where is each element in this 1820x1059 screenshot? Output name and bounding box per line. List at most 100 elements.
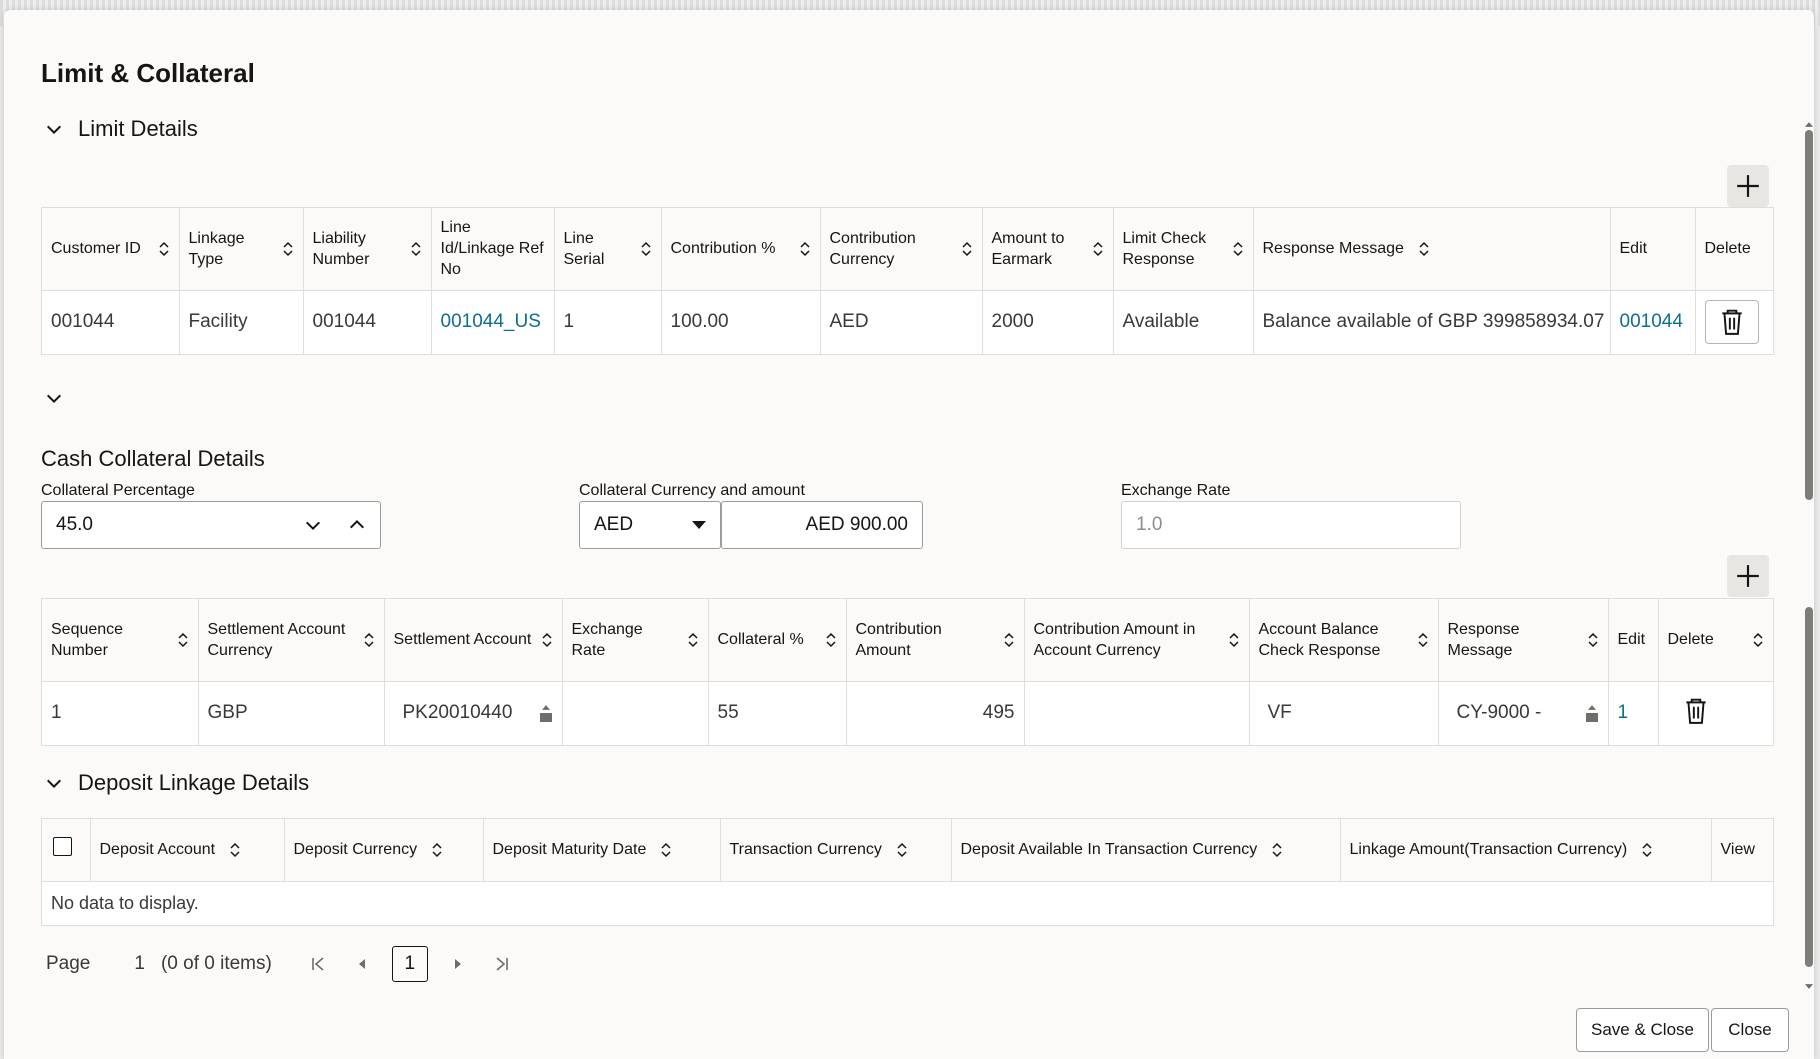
sort-icon [1418, 241, 1430, 257]
sort-icon [1641, 842, 1653, 858]
trash-icon [1719, 308, 1745, 336]
deposit-linkage-header[interactable]: Deposit Linkage Details [44, 770, 309, 796]
col-settlement-currency[interactable]: Settlement Account Currency [198, 599, 384, 681]
cell-response-message: Balance available of GBP 399858934.07 [1253, 290, 1610, 354]
col-deposit-maturity-date[interactable]: Deposit Maturity Date [483, 819, 720, 881]
previous-page-icon[interactable] [350, 952, 374, 976]
sort-icon [1417, 632, 1429, 648]
first-page-icon[interactable] [306, 952, 330, 976]
col-delete[interactable]: Delete [1658, 599, 1773, 681]
close-button[interactable]: Close [1711, 1008, 1789, 1052]
settlement-account-text[interactable]: PK20010440 [403, 702, 513, 724]
col-linkage-amount[interactable]: Linkage Amount(Transaction Currency) [1340, 819, 1711, 881]
col-linkage-type[interactable]: Linkage Type [179, 208, 303, 290]
scroll-down-icon [1805, 984, 1813, 989]
col-amount-earmark[interactable]: Amount to Earmark [982, 208, 1113, 290]
sort-icon [541, 632, 553, 648]
collateral-currency-select[interactable]: AED [579, 501, 721, 549]
collateral-percentage-select[interactable]: 45.0 [41, 501, 381, 549]
page-number-input[interactable]: 1 [134, 953, 145, 975]
cell-response-message[interactable]: CY-9000 - [1438, 681, 1608, 745]
chevron-down-icon[interactable] [44, 388, 64, 408]
delete-row-button[interactable] [1681, 696, 1711, 726]
col-exchange-rate[interactable]: Exchange Rate [562, 599, 708, 681]
col-select [42, 819, 90, 881]
cell-contribution-pct: 100.00 [661, 290, 820, 354]
col-collateral-pct[interactable]: Collateral % [708, 599, 846, 681]
col-contribution-pct[interactable]: Contribution % [661, 208, 820, 290]
sort-icon [1092, 241, 1104, 257]
chevron-down-icon[interactable] [304, 516, 322, 534]
col-edit: Edit [1610, 208, 1695, 290]
chevron-down-icon[interactable] [44, 119, 64, 139]
table-row[interactable]: 1 GBP PK20010440 55 495 [42, 681, 1773, 745]
cell-exchange-rate [562, 681, 708, 745]
vertical-scrollbar[interactable] [1804, 122, 1814, 992]
select-all-checkbox[interactable] [53, 837, 72, 856]
sort-icon [363, 632, 375, 648]
next-page-icon[interactable] [446, 952, 470, 976]
current-page-button[interactable]: 1 [392, 946, 428, 982]
table-row[interactable]: 001044 Facility 001044 001044_US 1 100.0… [42, 290, 1773, 354]
col-settlement-account[interactable]: Settlement Account [384, 599, 562, 681]
col-line-ref[interactable]: Line Id/Linkage Ref No [431, 208, 554, 290]
exchange-rate-input[interactable]: 1.0 [1121, 501, 1461, 549]
sort-icon [640, 241, 652, 257]
deposit-linkage-table: Deposit Account Deposit Currency Deposit… [41, 818, 1774, 926]
add-collateral-button[interactable] [1727, 555, 1769, 597]
page-label: Page [46, 953, 90, 975]
col-limit-check-response[interactable]: Limit Check Response [1113, 208, 1253, 290]
col-transaction-currency[interactable]: Transaction Currency [720, 819, 951, 881]
limit-details-title: Limit Details [78, 116, 198, 142]
collateral-percentage-value: 45.0 [56, 514, 93, 536]
items-count: (0 of 0 items) [161, 953, 272, 975]
edit-link[interactable]: 1 [1608, 681, 1658, 745]
caret-down-icon [692, 520, 706, 530]
cell-contribution-amount: 495 [846, 681, 1024, 745]
col-customer-id[interactable]: Customer ID [42, 208, 179, 290]
sort-icon [687, 632, 699, 648]
save-close-button[interactable]: Save & Close [1576, 1008, 1709, 1052]
col-balance-check[interactable]: Account Balance Check Response [1249, 599, 1438, 681]
scroll-thumb[interactable] [1805, 607, 1813, 967]
col-contribution-acct-ccy[interactable]: Contribution Amount in Account Currency [1024, 599, 1249, 681]
edit-link[interactable]: 001044 [1610, 290, 1695, 354]
sort-icon [282, 241, 294, 257]
textarea-scroll-icon[interactable] [1585, 705, 1599, 722]
col-sequence-number[interactable]: Sequence Number [42, 599, 198, 681]
col-line-serial[interactable]: Line Serial [554, 208, 661, 290]
line-ref-link[interactable]: 001044_US [431, 290, 554, 354]
exchange-rate-value: 1.0 [1136, 514, 1162, 536]
col-deposit-account[interactable]: Deposit Account [90, 819, 284, 881]
cell-amount-earmark: 2000 [982, 290, 1113, 354]
last-page-icon[interactable] [490, 952, 514, 976]
textarea-scroll-icon[interactable] [539, 705, 553, 722]
collateral-currency-value: AED [594, 514, 633, 536]
collateral-amount-input[interactable]: AED 900.00 [721, 501, 923, 549]
cell-contribution-currency: AED [820, 290, 982, 354]
dialog-title: Limit & Collateral [41, 58, 255, 89]
col-deposit-currency[interactable]: Deposit Currency [284, 819, 483, 881]
col-response-message[interactable]: Response Message [1253, 208, 1610, 290]
cell-settlement-account[interactable]: PK20010440 [384, 681, 562, 745]
add-limit-button[interactable] [1727, 165, 1769, 207]
limit-details-header[interactable]: Limit Details [44, 116, 198, 142]
chevron-down-icon[interactable] [44, 773, 64, 793]
col-deposit-available[interactable]: Deposit Available In Transaction Currenc… [951, 819, 1340, 881]
col-response-message[interactable]: Response Message [1438, 599, 1608, 681]
col-liability-number[interactable]: Liability Number [303, 208, 431, 290]
col-contribution-currency[interactable]: Contribution Currency [820, 208, 982, 290]
cell-linkage-type: Facility [179, 290, 303, 354]
sort-icon [1752, 632, 1764, 648]
cell-liability-number: 001044 [303, 290, 431, 354]
delete-row-button[interactable] [1705, 300, 1759, 344]
sort-icon [177, 632, 189, 648]
sort-icon [1271, 842, 1283, 858]
collateral-table: Sequence Number Settlement Account Curre… [41, 598, 1774, 746]
scroll-up-icon [1805, 122, 1813, 127]
col-contribution-amount[interactable]: Contribution Amount [846, 599, 1024, 681]
sort-icon [896, 842, 908, 858]
chevron-up-icon[interactable] [348, 516, 366, 534]
response-message-text[interactable]: CY-9000 - [1457, 702, 1542, 724]
scroll-thumb[interactable] [1805, 130, 1813, 500]
